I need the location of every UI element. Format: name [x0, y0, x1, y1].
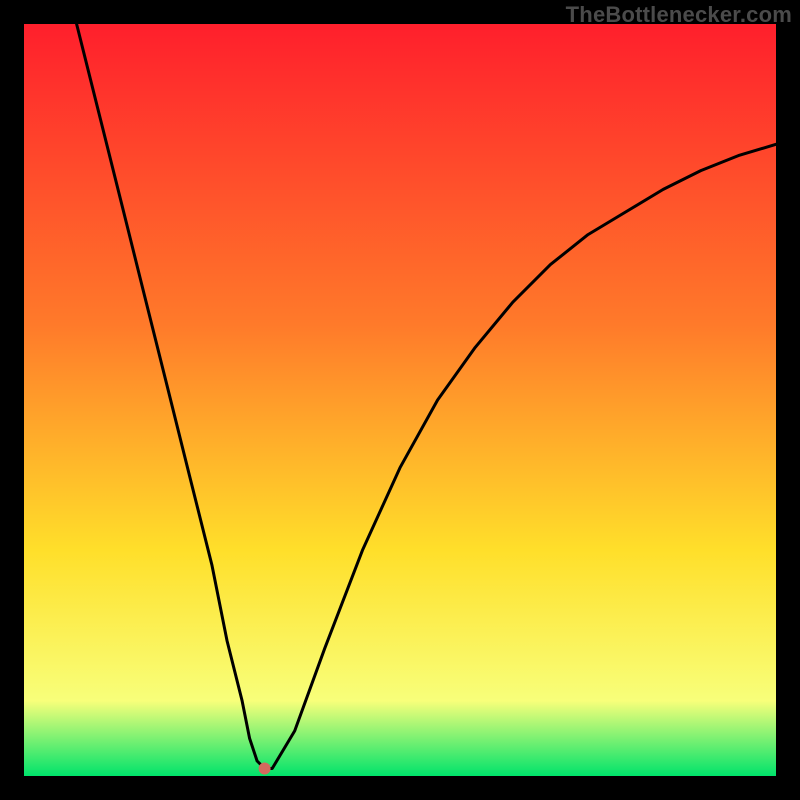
chart-frame: TheBottlenecker.com — [0, 0, 800, 800]
plot-background — [24, 24, 776, 776]
chart-plot — [24, 24, 776, 776]
watermark-text: TheBottlenecker.com — [566, 2, 792, 28]
minimum-marker — [259, 763, 271, 775]
